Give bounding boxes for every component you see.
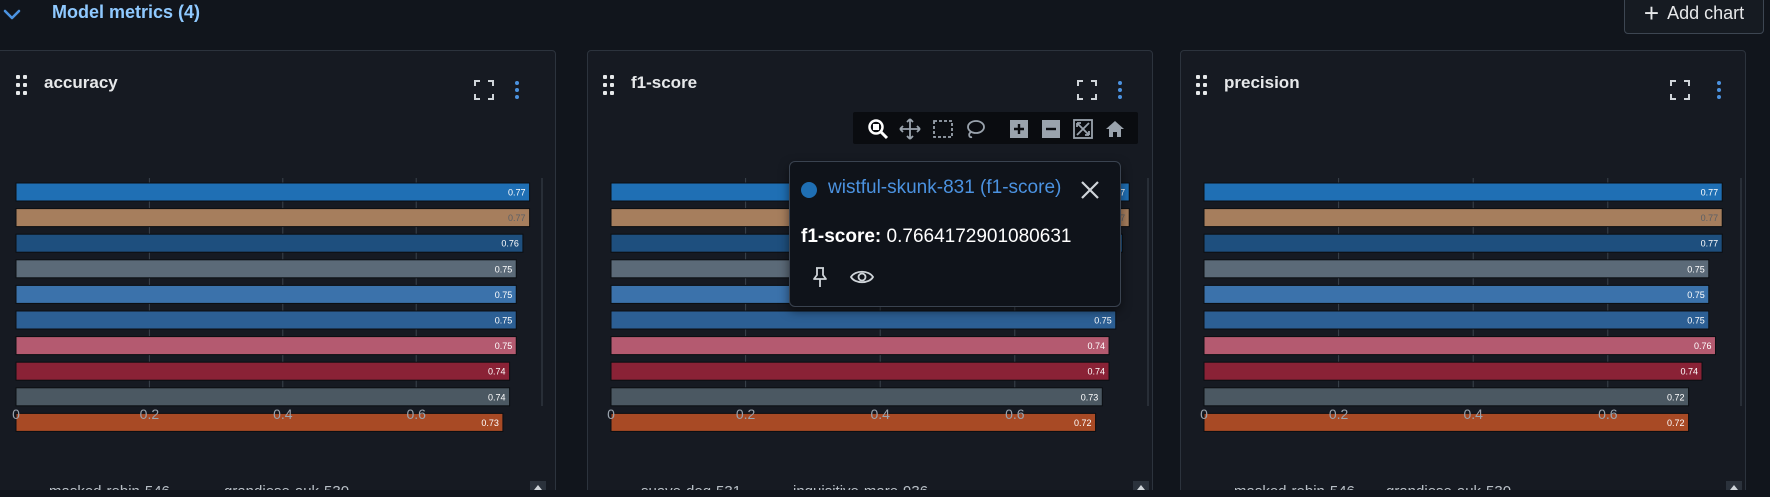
bar-data-label: 0.72 bbox=[1667, 418, 1685, 428]
pin-icon[interactable] bbox=[809, 266, 831, 288]
bar-data-label: 0.77 bbox=[1701, 213, 1719, 223]
bar[interactable] bbox=[1203, 259, 1710, 279]
bar-data-label: 0.77 bbox=[1701, 239, 1719, 249]
plus-icon: + bbox=[1643, 0, 1660, 28]
close-icon[interactable] bbox=[1079, 179, 1101, 201]
x-tick-label: 0.4 bbox=[273, 406, 293, 422]
bar-data-label: 0.76 bbox=[501, 239, 519, 249]
bar-data-label: 0.76 bbox=[1694, 341, 1712, 351]
x-tick-label: 0.4 bbox=[870, 406, 890, 422]
bar-data-label: 0.74 bbox=[1087, 341, 1105, 351]
bar[interactable] bbox=[1203, 387, 1690, 407]
bar-data-label: 0.74 bbox=[488, 367, 506, 377]
x-tick-label: 0.2 bbox=[736, 406, 756, 422]
run-tooltip: wistful-skunk-831 (f1-score) f1-score: 0… bbox=[789, 161, 1121, 307]
bar-data-label: 0.75 bbox=[1687, 264, 1705, 274]
bottom-edge bbox=[0, 490, 1770, 497]
bar[interactable] bbox=[1203, 233, 1723, 253]
bar-data-label: 0.75 bbox=[495, 264, 513, 274]
zoom-out-icon[interactable] bbox=[1040, 118, 1062, 140]
bar[interactable] bbox=[1203, 208, 1723, 228]
eye-icon[interactable] bbox=[849, 266, 875, 288]
bar-data-label: 0.75 bbox=[1687, 290, 1705, 300]
bar[interactable] bbox=[15, 182, 531, 202]
tooltip-run-link[interactable]: wistful-skunk-831 (f1-score) bbox=[828, 177, 1061, 199]
bar-data-label: 0.75 bbox=[495, 341, 513, 351]
model-metrics-section-header: Model metrics (4) + Add chart bbox=[0, 0, 1770, 40]
box-select-icon[interactable] bbox=[932, 118, 954, 140]
bar[interactable] bbox=[1203, 182, 1723, 202]
bar-data-label: 0.75 bbox=[495, 290, 513, 300]
bar[interactable] bbox=[15, 284, 517, 304]
lasso-select-icon[interactable] bbox=[964, 118, 986, 140]
bar-data-label: 0.77 bbox=[508, 213, 526, 223]
x-tick-label: 0 bbox=[12, 406, 20, 422]
tooltip-metric-label: f1-score: bbox=[801, 226, 882, 247]
bar-data-label: 0.74 bbox=[1680, 367, 1698, 377]
x-tick-label: 0 bbox=[1200, 406, 1208, 422]
bar[interactable] bbox=[1203, 361, 1703, 381]
bar-data-label: 0.74 bbox=[488, 392, 506, 402]
bar[interactable] bbox=[610, 387, 1103, 407]
zoom-icon[interactable] bbox=[867, 118, 889, 140]
zoom-in-icon[interactable] bbox=[1008, 118, 1030, 140]
pan-icon[interactable] bbox=[899, 118, 921, 140]
bar[interactable] bbox=[15, 412, 504, 432]
bar[interactable] bbox=[15, 259, 517, 279]
add-chart-label: Add chart bbox=[1667, 2, 1745, 23]
x-tick-label: 0.6 bbox=[406, 406, 426, 422]
bar[interactable] bbox=[15, 336, 517, 356]
chart-card-accuracy: accuracy 0.77 0.77 0.76 0.75 0.75 0.75 0.75 0.7… bbox=[0, 50, 556, 497]
bar[interactable] bbox=[15, 310, 517, 330]
bar-data-label: 0.75 bbox=[1094, 316, 1112, 326]
x-tick-label: 0.2 bbox=[140, 406, 160, 422]
bar-data-label: 0.75 bbox=[495, 316, 513, 326]
bar[interactable] bbox=[610, 310, 1117, 330]
bar-data-label: 0.77 bbox=[1701, 188, 1719, 198]
run-color-dot bbox=[801, 182, 817, 198]
bar-chart-plot[interactable]: 0.77 0.77 0.76 0.75 0.75 0.75 0.75 0.74 0.74 0.73… bbox=[0, 51, 556, 497]
bar-data-label: 0.73 bbox=[1081, 392, 1099, 402]
bar[interactable] bbox=[15, 361, 511, 381]
x-tick-label: 0.2 bbox=[1329, 406, 1349, 422]
reset-axes-home-icon[interactable] bbox=[1104, 118, 1126, 140]
tooltip-metric: f1-score: 0.7664172901080631 bbox=[801, 226, 1071, 248]
add-chart-button[interactable]: + Add chart bbox=[1624, 0, 1764, 34]
chevron-down-icon[interactable] bbox=[2, 4, 22, 24]
bar-data-label: 0.72 bbox=[1667, 392, 1685, 402]
bar[interactable] bbox=[15, 208, 531, 228]
bar-data-label: 0.75 bbox=[1687, 316, 1705, 326]
plot-modebar bbox=[853, 112, 1138, 144]
bar-chart-plot[interactable]: 0.77 0.77 0.77 0.75 0.75 0.75 0.76 0.74 0.72 0.72… bbox=[1181, 51, 1746, 497]
bar[interactable] bbox=[610, 361, 1110, 381]
section-title[interactable]: Model metrics (4) bbox=[52, 2, 200, 23]
autoscale-icon[interactable] bbox=[1072, 118, 1094, 140]
bar[interactable] bbox=[15, 233, 524, 253]
tooltip-metric-value: 0.7664172901080631 bbox=[886, 226, 1072, 247]
bar[interactable] bbox=[1203, 336, 1716, 356]
bar-data-label: 0.73 bbox=[481, 418, 499, 428]
chart-card-precision: precision 0.77 0.77 0.77 0.75 0.75 0.75 0.76 0.… bbox=[1180, 50, 1746, 497]
bar-data-label: 0.72 bbox=[1074, 418, 1092, 428]
x-tick-label: 0.6 bbox=[1598, 406, 1618, 422]
bar-data-label: 0.74 bbox=[1087, 367, 1105, 377]
x-tick-label: 0.6 bbox=[1005, 406, 1025, 422]
bar[interactable] bbox=[610, 336, 1110, 356]
bar[interactable] bbox=[1203, 310, 1710, 330]
x-tick-label: 0 bbox=[607, 406, 615, 422]
x-tick-label: 0.4 bbox=[1463, 406, 1483, 422]
bar[interactable] bbox=[1203, 284, 1710, 304]
bar[interactable] bbox=[15, 387, 511, 407]
bar-data-label: 0.77 bbox=[508, 188, 526, 198]
